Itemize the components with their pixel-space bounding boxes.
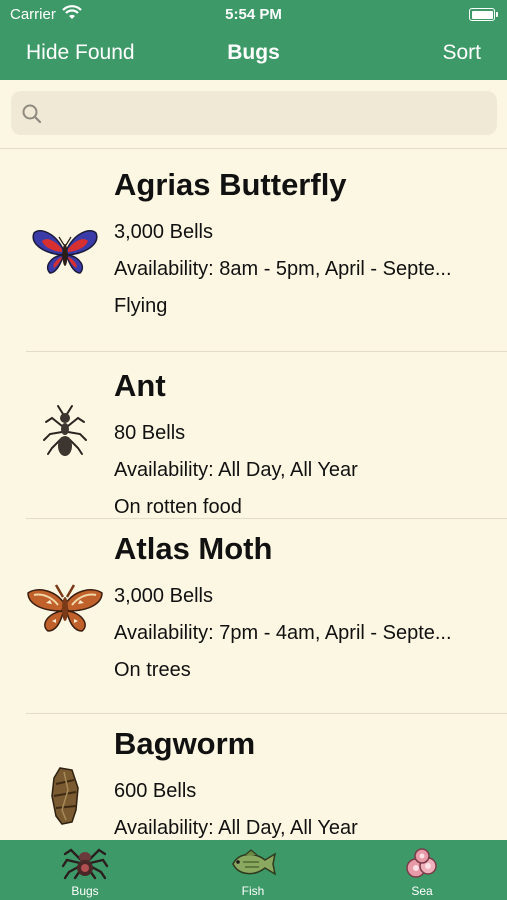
- list-item[interactable]: Atlas Moth 3,000 Bells Availability: 7pm…: [0, 519, 507, 714]
- tab-label: Sea: [411, 884, 433, 898]
- bug-availability: Availability: All Day, All Year: [114, 459, 358, 481]
- bug-availability: Availability: 8am - 5pm, April - Septe..…: [114, 258, 452, 280]
- ant-icon: [26, 396, 104, 474]
- bug-name: Atlas Moth: [114, 531, 273, 566]
- nav-bar: Hide Found Bugs Sort: [0, 30, 507, 80]
- hide-found-button[interactable]: Hide Found: [26, 41, 135, 65]
- bug-name: Ant: [114, 368, 166, 403]
- list-item[interactable]: Agrias Butterfly 3,000 Bells Availabilit…: [0, 149, 507, 352]
- bug-location: On trees: [114, 659, 191, 681]
- search-input[interactable]: [51, 91, 485, 137]
- bagworm-icon: [26, 760, 104, 838]
- tab-sea[interactable]: Sea: [382, 840, 462, 900]
- clock: 5:54 PM: [225, 6, 282, 23]
- bug-list: Agrias Butterfly 3,000 Bells Availabilit…: [0, 149, 507, 840]
- bug-name: Agrias Butterfly: [114, 167, 347, 202]
- bug-availability: Availability: 7pm - 4am, April - Septe..…: [114, 622, 452, 644]
- tab-fish[interactable]: Fish: [213, 840, 293, 900]
- sea-creature-icon: [398, 842, 446, 882]
- list-item[interactable]: Bagworm 600 Bells Availability: All Day,…: [0, 714, 507, 840]
- status-bar: Carrier 5:54 PM: [0, 0, 507, 30]
- atlas-moth-icon: [26, 567, 104, 645]
- tab-label: Bugs: [71, 884, 99, 898]
- battery-icon: [469, 8, 498, 21]
- bug-price: 80 Bells: [114, 422, 186, 444]
- bug-price: 3,000 Bells: [114, 221, 213, 243]
- search-area: [0, 80, 507, 149]
- fish-icon: [229, 842, 277, 882]
- tarantula-icon: [61, 842, 109, 882]
- bug-availability: Availability: All Day, All Year: [114, 817, 358, 839]
- search-bar[interactable]: [11, 91, 497, 137]
- list-item[interactable]: Ant 80 Bells Availability: All Day, All …: [0, 352, 507, 519]
- tab-label: Fish: [241, 884, 265, 898]
- agrias-butterfly-icon: [26, 213, 104, 291]
- tab-bugs[interactable]: Bugs: [45, 840, 125, 900]
- sort-button[interactable]: Sort: [442, 41, 481, 65]
- bug-price: 600 Bells: [114, 780, 197, 802]
- bug-price: 3,000 Bells: [114, 585, 213, 607]
- tab-bar: Bugs Fish Sea: [0, 840, 507, 900]
- bug-location: Flying: [114, 295, 168, 317]
- search-icon: [22, 104, 42, 124]
- bug-name: Bagworm: [114, 726, 256, 761]
- bug-location: On rotten food: [114, 496, 242, 518]
